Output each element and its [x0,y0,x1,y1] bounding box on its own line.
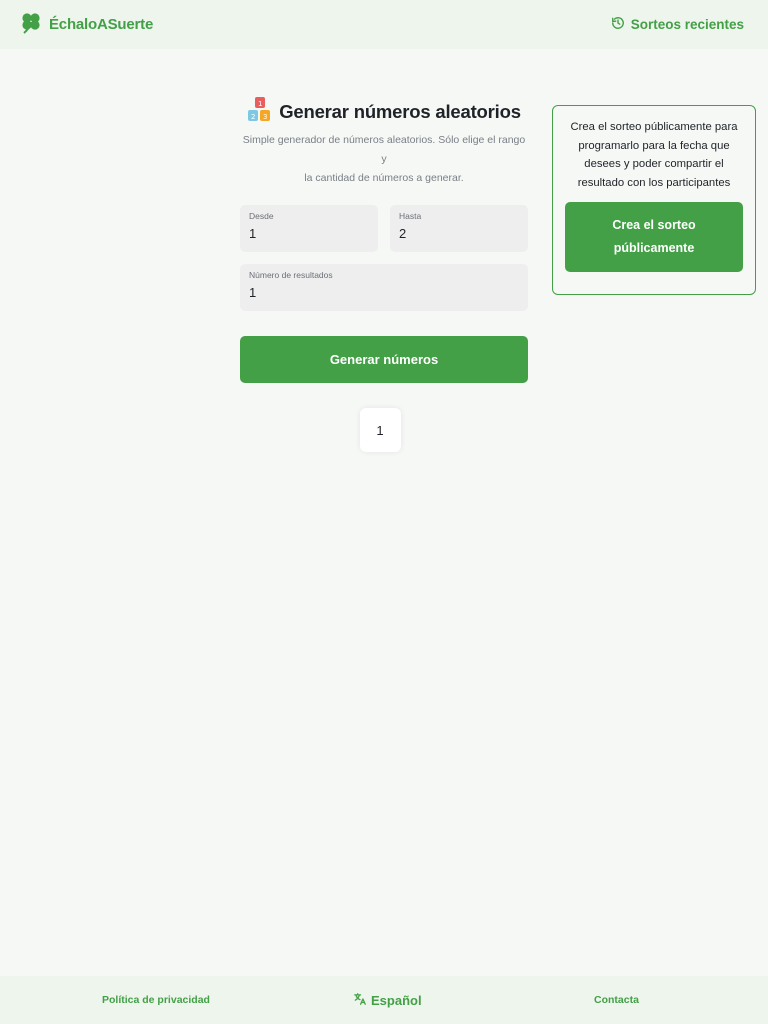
to-label: Hasta [399,211,422,221]
language-label: Español [371,992,422,1008]
footer: Política de privacidad Español Contacta [0,976,768,1024]
count-input[interactable] [249,285,519,300]
from-input[interactable] [249,226,369,241]
svg-text:3: 3 [263,113,267,121]
generate-numbers-button[interactable]: Generar números [240,336,528,383]
to-field[interactable]: Hasta [390,205,528,252]
from-field[interactable]: Desde [240,205,378,252]
top-bar: ÉchaloASuerte Sorteos recientes [0,0,768,49]
count-label: Número de resultados [249,270,333,280]
subtitle-line-1: Simple generador de números aleatorios. … [242,134,526,165]
svg-text:2: 2 [251,113,255,121]
range-fields: Desde Hasta [240,205,528,252]
privacy-policy-link[interactable]: Política de privacidad [102,994,210,1006]
side-text-line-3: desees y poder compartir el [584,158,724,170]
create-public-draw-button[interactable]: Crea el sorteo públicamente [565,202,743,272]
brand-logo-link[interactable]: ÉchaloASuerte [19,10,153,39]
translate-icon [353,992,367,1009]
public-draw-card: Crea el sorteo públicamente para program… [552,105,756,295]
subtitle-line-2: la cantidad de números a generar. [304,172,464,184]
page-title: Generar números aleatorios [279,101,521,122]
count-field[interactable]: Número de resultados [240,264,528,311]
brand-name: ÉchaloASuerte [49,16,154,33]
side-text-line-1: Crea el sorteo públicamente para [570,121,738,133]
contact-link[interactable]: Contacta [594,994,639,1006]
recent-draws-label: Sorteos recientes [630,17,744,32]
number-blocks-icon: 1 2 3 [247,96,273,129]
recent-draws-link[interactable]: Sorteos recientes [611,16,744,33]
results-list: 1 [240,408,528,452]
to-input[interactable] [399,226,519,241]
svg-text:1: 1 [258,100,262,108]
history-icon [611,16,625,33]
language-selector[interactable]: Español [353,992,422,1009]
result-number: 1 [359,408,401,452]
clover-icon [19,10,43,39]
public-draw-description: Crea el sorteo públicamente para program… [565,118,743,192]
page-subtitle: Simple generador de números aleatorios. … [240,131,528,188]
generator-panel: 1 2 3 Generar números aleatorios Simple … [240,96,528,452]
from-label: Desde [249,211,274,221]
title-row: 1 2 3 Generar números aleatorios [240,96,528,128]
side-text-line-4: resultado con los participantes [577,176,731,189]
side-text-line-2: programarlo para la fecha que [578,139,730,152]
